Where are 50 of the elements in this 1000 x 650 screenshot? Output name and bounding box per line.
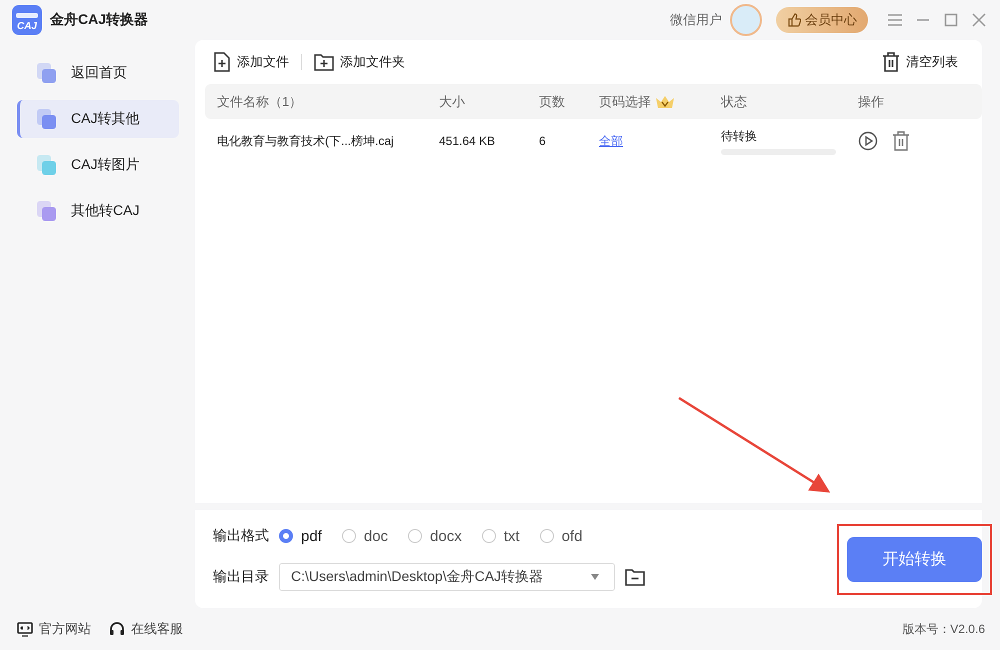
- format-radio[interactable]: doc: [342, 528, 388, 544]
- vip-button[interactable]: 会员中心: [776, 7, 868, 33]
- website-link[interactable]: 官方网站: [17, 620, 91, 638]
- trash-icon: [882, 52, 900, 72]
- format-radio[interactable]: ofd: [540, 528, 582, 544]
- start-button[interactable]: 开始转换: [847, 536, 982, 582]
- trash-icon[interactable]: [892, 131, 910, 151]
- monitor-icon: [17, 622, 33, 636]
- support-link[interactable]: 在线客服: [109, 620, 183, 638]
- play-icon[interactable]: [858, 131, 878, 151]
- sidebar-item[interactable]: CAJ转其他: [17, 100, 179, 138]
- add-folder-button[interactable]: 添加文件夹: [314, 53, 405, 71]
- column-header: 状态: [721, 92, 747, 110]
- directory-dropdown[interactable]: C:\Users\admin\Desktop\金舟CAJ转换器: [279, 563, 615, 591]
- avatar[interactable]: [730, 4, 762, 36]
- logo-text: CAJ: [16, 21, 37, 32]
- column-header: 页数: [539, 92, 565, 110]
- sidebar-item[interactable]: 返回首页: [17, 54, 179, 92]
- status-text: 待转换: [721, 128, 757, 144]
- close-icon[interactable]: [972, 13, 986, 27]
- sidebar-item[interactable]: CAJ转图片: [17, 146, 179, 184]
- file-plus-icon: [213, 52, 231, 72]
- headset-icon: [109, 621, 125, 637]
- column-header: 操作: [858, 92, 884, 110]
- directory-label: 输出目录: [213, 568, 269, 586]
- format-radio[interactable]: docx: [408, 528, 462, 544]
- version-text: 版本号：V2.0.6: [902, 620, 985, 638]
- folder-icon[interactable]: [625, 568, 645, 586]
- clear-list-button[interactable]: 清空列表: [882, 52, 958, 72]
- add-file-button[interactable]: 添加文件: [213, 52, 289, 72]
- page-count: 6: [539, 134, 546, 148]
- user-name: 微信用户: [670, 11, 722, 29]
- format-radio[interactable]: txt: [482, 528, 520, 544]
- file-size: 451.64 KB: [439, 134, 496, 148]
- column-header: 大小: [439, 92, 465, 110]
- folder-plus-icon: [314, 53, 334, 71]
- page-select-link[interactable]: 全部: [599, 132, 623, 150]
- column-header: 页码选择: [599, 92, 651, 110]
- column-header: 文件名称（1）: [217, 92, 302, 110]
- format-label: 输出格式: [213, 527, 269, 545]
- crown-icon: [655, 94, 675, 108]
- app-title: 金舟CAJ转换器: [50, 11, 148, 29]
- logo-stripe-icon: [16, 13, 38, 18]
- maximize-icon[interactable]: [944, 13, 958, 27]
- format-radio[interactable]: pdf: [279, 528, 322, 544]
- sidebar-item[interactable]: 其他转CAJ: [17, 192, 179, 230]
- caret-icon: [590, 574, 600, 580]
- file-name: 电化教育与教育技术(下...榜坤.caj: [217, 132, 394, 150]
- thumbs-up-icon: [787, 13, 801, 27]
- menu-icon[interactable]: [888, 14, 902, 26]
